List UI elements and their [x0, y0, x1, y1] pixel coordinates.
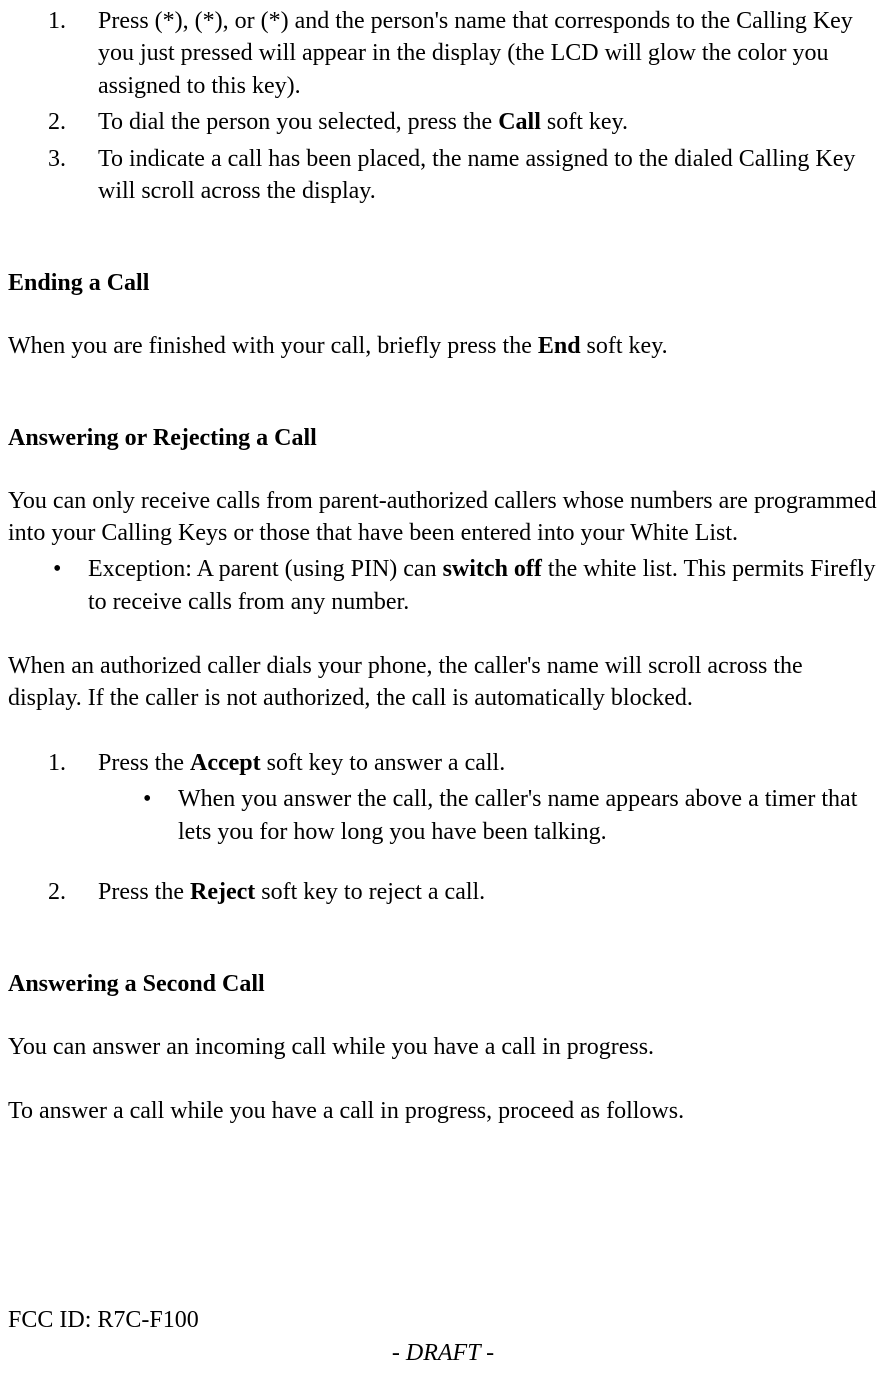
- list-text: Press the Reject soft key to reject a ca…: [98, 876, 878, 908]
- bullet-icon: •: [48, 553, 88, 618]
- document-content: 1. Press (*), (*), or (*) and the person…: [8, 0, 878, 1128]
- list-number: 2.: [48, 106, 98, 138]
- bulleted-list: • Exception: A parent (using PIN) can sw…: [8, 553, 878, 618]
- footer-fcc-id: FCC ID: R7C-F100: [8, 1304, 878, 1336]
- footer: FCC ID: R7C-F100 - DRAFT -: [8, 1304, 878, 1369]
- numbered-list-2: 1. Press the Accept soft key to answer a…: [8, 747, 878, 779]
- list-text: To indicate a call has been placed, the …: [98, 143, 878, 208]
- heading-ending-call: Ending a Call: [8, 267, 878, 299]
- list-text: Press (*), (*), or (*) and the person's …: [98, 5, 878, 102]
- list-text: Exception: A parent (using PIN) can swit…: [88, 553, 878, 618]
- list-text: When you answer the call, the caller's n…: [178, 783, 878, 848]
- paragraph: When an authorized caller dials your pho…: [8, 650, 878, 715]
- list-item: 2. To dial the person you selected, pres…: [48, 106, 878, 138]
- paragraph: To answer a call while you have a call i…: [8, 1095, 878, 1127]
- numbered-list-1: 1. Press (*), (*), or (*) and the person…: [8, 5, 878, 207]
- list-item: 1. Press (*), (*), or (*) and the person…: [48, 5, 878, 102]
- paragraph: You can only receive calls from parent-a…: [8, 485, 878, 550]
- numbered-list-2b: 2. Press the Reject soft key to reject a…: [8, 876, 878, 908]
- footer-draft-label: - DRAFT -: [8, 1337, 878, 1369]
- paragraph: When you are finished with your call, br…: [8, 330, 878, 362]
- list-item: • Exception: A parent (using PIN) can sw…: [48, 553, 878, 618]
- list-text: Press the Accept soft key to answer a ca…: [98, 747, 878, 779]
- list-text: To dial the person you selected, press t…: [98, 106, 878, 138]
- list-number: 3.: [48, 143, 98, 208]
- list-item: 2. Press the Reject soft key to reject a…: [48, 876, 878, 908]
- list-item: 3. To indicate a call has been placed, t…: [48, 143, 878, 208]
- list-number: 1.: [48, 747, 98, 779]
- heading-answering-rejecting: Answering or Rejecting a Call: [8, 422, 878, 454]
- heading-second-call: Answering a Second Call: [8, 968, 878, 1000]
- bullet-icon: •: [138, 783, 178, 848]
- nested-list: • When you answer the call, the caller's…: [8, 783, 878, 848]
- paragraph: You can answer an incoming call while yo…: [8, 1031, 878, 1063]
- list-number: 1.: [48, 5, 98, 102]
- list-item: • When you answer the call, the caller's…: [138, 783, 878, 848]
- list-number: 2.: [48, 876, 98, 908]
- list-item: 1. Press the Accept soft key to answer a…: [48, 747, 878, 779]
